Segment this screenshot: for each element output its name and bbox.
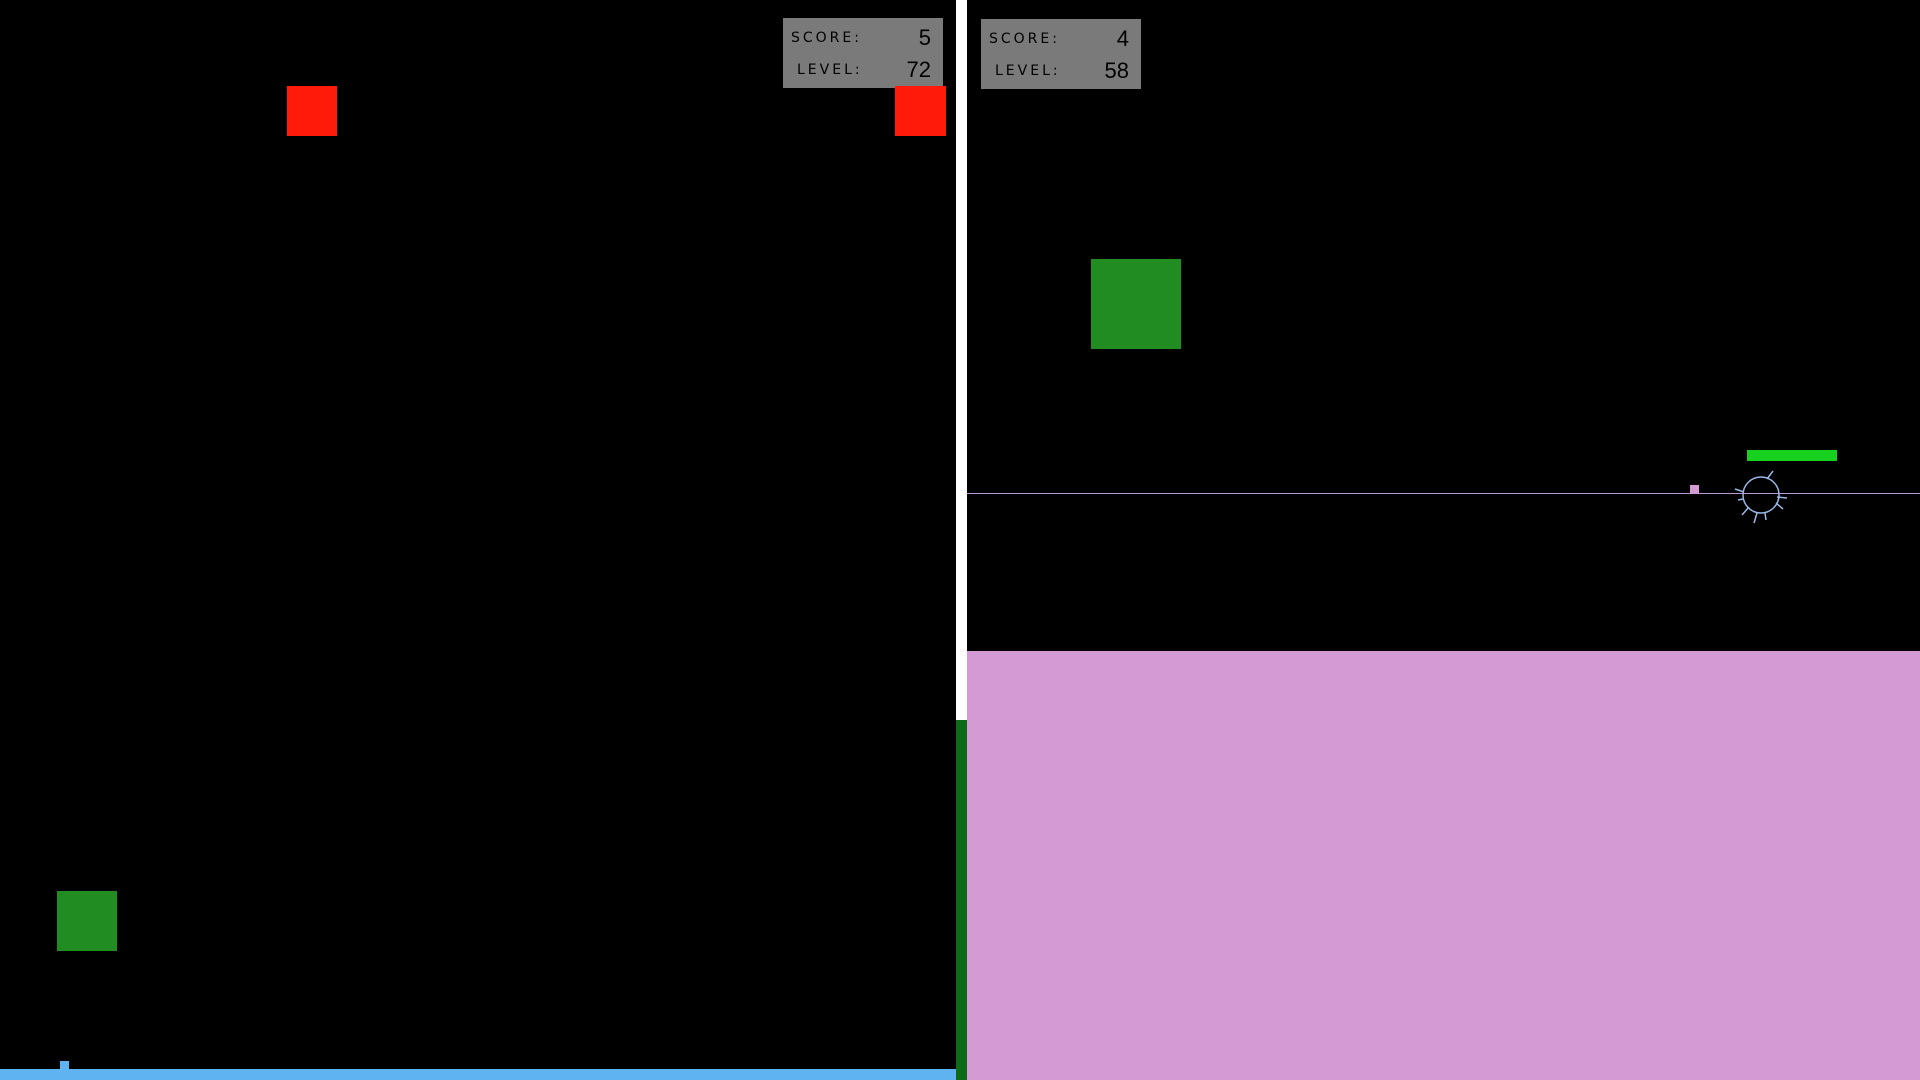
right-level-value: 58 [1104, 58, 1129, 83]
right-level-row: LEVEL: 58 [981, 55, 1141, 85]
health-bar [1747, 450, 1837, 461]
right-score-label: SCORE: [989, 31, 1060, 47]
pane-divider [956, 0, 967, 720]
left-score-row: SCORE: 5 [783, 22, 943, 52]
left-level-value: 72 [906, 57, 931, 82]
right-level-label: LEVEL: [995, 63, 1061, 79]
game-screen: SCORE: 5 LEVEL: 72 SCORE: 4 LEVEL: 58 [0, 0, 1920, 1080]
left-level-row: LEVEL: 72 [783, 54, 943, 84]
enemy-block [895, 86, 946, 136]
distant-object [1690, 485, 1699, 494]
right-score-value: 4 [1116, 26, 1129, 51]
left-level-label: LEVEL: [797, 62, 863, 78]
enemy-block [287, 86, 337, 136]
pane-divider-lower [956, 720, 967, 1080]
crosshair-icon[interactable] [1729, 463, 1793, 527]
left-score-value: 5 [918, 25, 931, 50]
target-block [1091, 259, 1181, 349]
target-block [57, 891, 117, 951]
ground-strip [0, 1069, 956, 1080]
right-score-row: SCORE: 4 [981, 23, 1141, 53]
floor-area [967, 651, 1920, 1080]
left-score-label: SCORE: [791, 30, 862, 46]
left-score-panel: SCORE: 5 LEVEL: 72 [783, 18, 943, 88]
right-game-view[interactable]: SCORE: 4 LEVEL: 58 [967, 0, 1920, 1080]
right-score-panel: SCORE: 4 LEVEL: 58 [981, 19, 1141, 89]
left-game-view[interactable]: SCORE: 5 LEVEL: 72 [0, 0, 956, 1080]
